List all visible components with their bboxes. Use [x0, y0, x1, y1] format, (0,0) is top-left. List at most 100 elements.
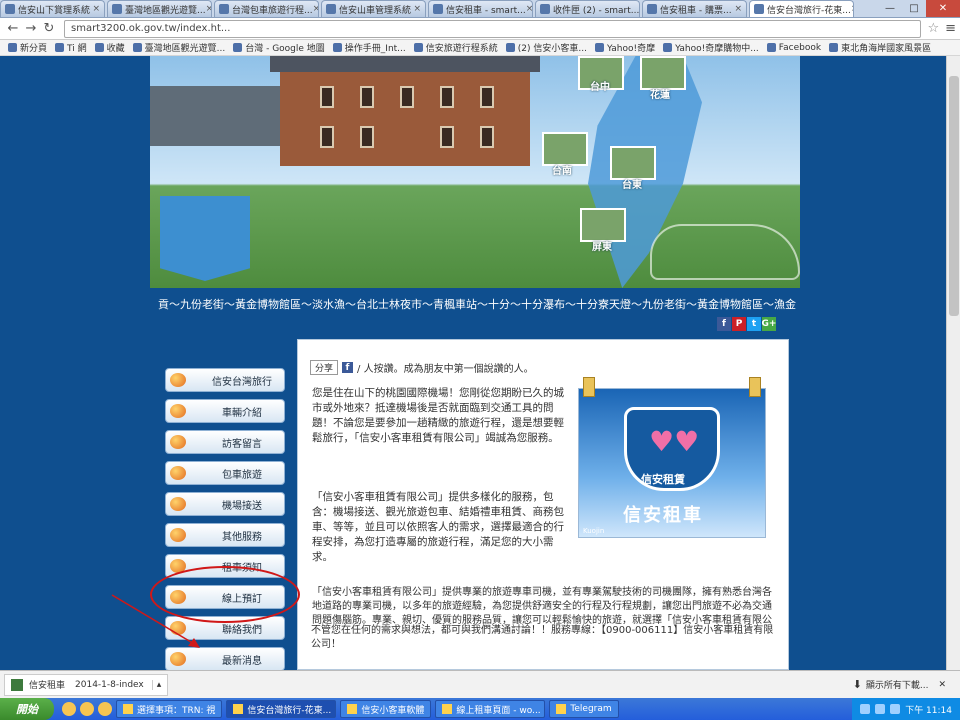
tab-close-icon[interactable]: ×: [206, 4, 211, 14]
volume-icon[interactable]: [875, 704, 886, 714]
city-photo-taitung[interactable]: [610, 146, 656, 180]
network-icon[interactable]: [860, 704, 871, 714]
facebook-icon[interactable]: f: [717, 317, 731, 331]
menu-button-other[interactable]: 其他服務: [165, 523, 285, 547]
header-banner: 台中 花蓮 台南 台東 屏東: [150, 56, 800, 288]
bookmark-item[interactable]: Ti 網: [55, 41, 87, 54]
browser-tab[interactable]: 臺灣地區觀光遊覽...×: [107, 0, 212, 17]
shield-graphic: [160, 196, 250, 281]
taskbar-item[interactable]: Telegram: [549, 700, 619, 718]
bookmark-item[interactable]: 新分頁: [8, 41, 47, 54]
tab-favicon-icon: [112, 4, 122, 14]
hearts-icon: ♥♥: [649, 425, 700, 458]
bookmark-item[interactable]: 信安旅遊行程系統: [413, 41, 498, 54]
social-icons: f P t G+: [717, 317, 776, 331]
scrollbar-thumb[interactable]: [949, 76, 959, 316]
taskbar-item[interactable]: 信安小客車軟體: [340, 700, 432, 718]
tab-close-icon[interactable]: ×: [526, 4, 532, 14]
address-url: smart3200.ok.gov.tw/index.ht...: [71, 23, 231, 34]
menu-label: 訪客留言: [222, 438, 262, 450]
bookmark-favicon-icon: [132, 43, 142, 52]
bookmark-item[interactable]: (2) 信安小客車...: [505, 41, 587, 54]
tab-label: 信安租車 - smart...: [446, 5, 526, 16]
tab-close-icon[interactable]: ×: [639, 4, 640, 14]
taskbar-app-icon: [123, 704, 133, 714]
bookmark-item[interactable]: 臺灣地區觀光遊覽...: [132, 41, 225, 54]
address-bar[interactable]: smart3200.ok.gov.tw/index.ht...: [64, 19, 922, 38]
firefox-icon[interactable]: [80, 702, 94, 716]
browser-tab[interactable]: 收件匣 (2) - smart...×: [535, 0, 640, 17]
logo-subtitle: 信安租賃: [641, 473, 685, 486]
taskbar-item[interactable]: 線上租車頁面 - wo...: [435, 700, 546, 718]
tab-close-icon[interactable]: ×: [313, 4, 318, 14]
menu-button-guestbook[interactable]: 訪客留言: [165, 430, 285, 454]
clock[interactable]: 下午 11:14: [905, 703, 952, 716]
bookmark-item[interactable]: Facebook: [766, 43, 821, 53]
tab-label: 信安租車 - 購票...: [660, 5, 732, 16]
bookmark-item[interactable]: Yahoo!奇摩: [595, 41, 655, 54]
download-bar: 信安租車 2014-1-8-index ▴ ⬇ 顯示所有下載... ✕: [0, 670, 960, 698]
close-window-button[interactable]: ✕: [926, 0, 960, 17]
tab-close-icon[interactable]: ×: [92, 4, 100, 14]
tab-favicon-icon: [647, 4, 657, 14]
taskbar-item-label: 線上租車頁面 - wo...: [456, 705, 541, 716]
menu-button-airport[interactable]: 機場接送: [165, 492, 285, 516]
menu-button-car-intro[interactable]: 車輛介紹: [165, 399, 285, 423]
chrome-icon[interactable]: [62, 702, 76, 716]
minimize-button[interactable]: —: [878, 0, 902, 17]
browser-tab[interactable]: 台灣包車旅遊行程...×: [214, 0, 319, 17]
bookmark-item[interactable]: 操作手冊_Int...: [332, 41, 406, 54]
browser-tab[interactable]: 信安租車 - smart... ×: [428, 0, 533, 17]
bookmark-item[interactable]: 收藏: [94, 41, 125, 54]
menu-button-about[interactable]: 信安台灣旅行: [165, 368, 285, 392]
menu-button-package[interactable]: 包車旅遊: [165, 461, 285, 485]
twitter-icon[interactable]: t: [747, 317, 761, 331]
bookmark-label: 新分頁: [20, 44, 48, 54]
browser-tab[interactable]: 信安租車 - 購票... ×: [642, 0, 747, 17]
city-photo-tainan[interactable]: [542, 132, 588, 166]
bookmark-favicon-icon: [55, 43, 65, 52]
tab-close-icon[interactable]: ×: [734, 4, 742, 14]
tab-label: 臺灣地區觀光遊覽...: [125, 5, 206, 16]
page-scrollbar[interactable]: [946, 56, 960, 670]
tab-favicon-icon: [754, 4, 764, 14]
back-icon[interactable]: ←: [4, 20, 22, 38]
bookmark-favicon-icon: [766, 43, 776, 52]
reload-icon[interactable]: ↻: [40, 20, 58, 38]
download-item[interactable]: 信安租車 2014-1-8-index ▴: [4, 673, 169, 696]
tab-favicon-icon: [5, 4, 15, 14]
forward-icon[interactable]: →: [22, 20, 40, 38]
bookmark-item[interactable]: 東北角海岸國家風景區: [829, 41, 931, 54]
taskbar-item[interactable]: 信安台灣旅行-花東...: [226, 700, 337, 718]
menu-gem-icon: [170, 652, 186, 666]
share-button[interactable]: 分享: [310, 360, 339, 375]
maximize-button[interactable]: □: [902, 0, 926, 17]
menu-gem-icon: [170, 373, 186, 387]
show-all-label: 顯示所有下載...: [865, 681, 929, 691]
google-plus-icon[interactable]: G+: [762, 317, 776, 331]
tab-close-icon[interactable]: ×: [851, 4, 853, 14]
taskbar-item-label: 信安台灣旅行-花東...: [247, 705, 332, 716]
bookmark-item[interactable]: 台灣 - Google 地圖: [233, 41, 325, 54]
close-download-bar-icon[interactable]: ✕: [938, 680, 946, 690]
chevron-up-icon[interactable]: ▴: [151, 679, 161, 690]
browser-tab[interactable]: 信安台灣旅行-花東...×: [749, 0, 854, 17]
browser-menu-icon[interactable]: ≡: [945, 21, 956, 36]
facebook-like-icon[interactable]: f: [342, 362, 354, 373]
browser-tab[interactable]: 信安山下賞理系統 ×: [0, 0, 105, 17]
tab-favicon-icon: [326, 4, 336, 14]
city-photo-hualien[interactable]: [640, 56, 686, 90]
ie-icon[interactable]: [98, 702, 112, 716]
bookmark-item[interactable]: Yahoo!奇摩購物中...: [663, 41, 759, 54]
bookmark-favicon-icon: [595, 43, 604, 52]
bookmark-favicon-icon: [505, 43, 515, 52]
browser-tab[interactable]: 信安山車管理系統 ×: [321, 0, 426, 17]
start-button[interactable]: 開始: [0, 698, 54, 720]
tab-close-icon[interactable]: ×: [413, 4, 421, 14]
plurk-icon[interactable]: P: [732, 317, 746, 331]
city-photo-pingtung[interactable]: [580, 208, 626, 242]
show-all-downloads[interactable]: ⬇ 顯示所有下載... ✕: [853, 678, 946, 691]
taskbar-item[interactable]: 選擇事項：TRN: 視: [116, 700, 223, 718]
bookmark-star-icon[interactable]: ☆: [927, 21, 939, 36]
language-icon[interactable]: [890, 704, 901, 714]
